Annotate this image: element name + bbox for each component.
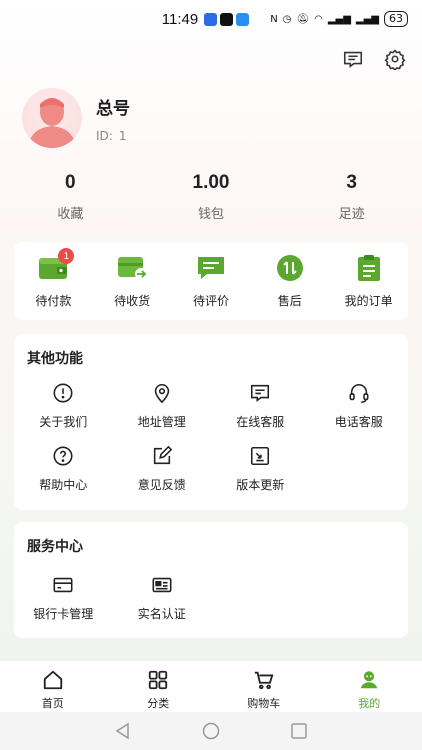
function-label: 关于我们 bbox=[39, 415, 88, 429]
order-label: 我的订单 bbox=[344, 294, 393, 308]
profile-header[interactable]: 总号 ID: 1 bbox=[22, 88, 130, 148]
order-label: 售后 bbox=[277, 294, 302, 308]
tab-label: 我的 bbox=[358, 697, 381, 710]
services-grid: 银行卡管理 实名认证 bbox=[14, 574, 408, 637]
headset-icon bbox=[349, 384, 369, 403]
receive-icon bbox=[117, 254, 148, 282]
function-online-service[interactable]: 在线客服 bbox=[211, 382, 310, 445]
back-triangle-icon[interactable] bbox=[114, 722, 132, 740]
service-label: 银行卡管理 bbox=[33, 607, 94, 621]
signal-icon-2: ▂▄▆ bbox=[355, 13, 379, 25]
function-help-center[interactable]: 帮助中心 bbox=[14, 445, 113, 508]
info-icon bbox=[53, 383, 73, 403]
update-icon bbox=[251, 446, 270, 466]
order-all-orders[interactable]: 我的订单 bbox=[330, 254, 408, 320]
function-address[interactable]: 地址管理 bbox=[113, 382, 212, 445]
location-icon bbox=[154, 383, 169, 404]
stat-favorites[interactable]: 0 收藏 bbox=[0, 172, 141, 222]
bottom-tab-bar: 首页 分类 购物车 我的 bbox=[0, 660, 422, 712]
card-icon bbox=[53, 577, 73, 593]
cart-icon bbox=[254, 671, 274, 690]
order-after-sales[interactable]: 售后 bbox=[251, 254, 329, 320]
tab-home[interactable]: 首页 bbox=[0, 661, 106, 712]
stat-value: 1.00 bbox=[192, 172, 230, 193]
service-real-name[interactable]: 实名认证 bbox=[113, 574, 212, 637]
id-card-icon bbox=[152, 577, 172, 593]
order-label: 待收货 bbox=[114, 294, 151, 308]
service-bank-card[interactable]: 银行卡管理 bbox=[14, 574, 113, 637]
order-label: 待评价 bbox=[192, 294, 229, 308]
battery-indicator: 63 bbox=[384, 11, 408, 27]
home-icon bbox=[43, 670, 62, 690]
stat-footprints[interactable]: 3 足迹 bbox=[281, 172, 422, 222]
order-badge: 1 bbox=[58, 248, 75, 264]
service-label: 实名认证 bbox=[137, 607, 186, 621]
function-label: 地址管理 bbox=[137, 415, 186, 429]
category-icon bbox=[149, 670, 168, 690]
section-title: 其他功能 bbox=[27, 351, 83, 367]
profile-id-value: 1 bbox=[118, 128, 127, 143]
tab-label: 首页 bbox=[41, 697, 64, 710]
profile-id-label: ID: bbox=[96, 128, 113, 143]
status-indicators: N ◷ 🔕︎ ◠ ▂▄▆ ▂▄▆ 63 bbox=[270, 11, 408, 27]
function-version-update[interactable]: 版本更新 bbox=[211, 445, 310, 508]
function-label: 版本更新 bbox=[236, 478, 285, 492]
function-feedback[interactable]: 意见反馈 bbox=[113, 445, 212, 508]
signal-icon: ▂▄▆ bbox=[327, 13, 351, 25]
function-label: 意见反馈 bbox=[137, 478, 186, 492]
chat-icon bbox=[251, 384, 270, 402]
status-bar: 11:49 N ◷ 🔕︎ ◠ ▂▄▆ ▂▄▆ 63 bbox=[0, 0, 422, 38]
tab-label: 分类 bbox=[147, 697, 170, 710]
stat-label: 钱包 bbox=[198, 207, 225, 222]
after-sales-icon bbox=[275, 254, 305, 282]
alarm-icon: ◷ bbox=[282, 13, 292, 25]
order-pending-payment[interactable]: 1 待付款 bbox=[14, 248, 92, 320]
recents-square-icon[interactable] bbox=[290, 722, 308, 740]
function-label: 电话客服 bbox=[334, 415, 383, 429]
tab-label: 购物车 bbox=[247, 697, 281, 710]
function-label: 帮助中心 bbox=[39, 478, 88, 492]
profile-name: 总号 bbox=[96, 98, 130, 119]
help-icon bbox=[53, 446, 73, 466]
stat-label: 足迹 bbox=[338, 207, 365, 222]
browser-app-icon bbox=[236, 12, 250, 26]
stat-label: 收藏 bbox=[57, 207, 84, 222]
orders-card: 1 待付款 待收货 待评价 售后 我的订单 bbox=[14, 242, 408, 320]
tab-cart[interactable]: 购物车 bbox=[211, 661, 317, 712]
message-icon[interactable] bbox=[342, 48, 364, 70]
stat-value: 3 bbox=[346, 172, 357, 193]
profile-id: ID: 1 bbox=[96, 129, 130, 143]
function-phone-service[interactable]: 电话客服 bbox=[310, 382, 409, 445]
system-navigation-bar bbox=[0, 712, 422, 750]
functions-grid: 关于我们 地址管理 在线客服 电话客服 帮助中心 意见反馈 版本更新 bbox=[14, 382, 408, 508]
clipboard-icon bbox=[354, 254, 384, 282]
header-actions bbox=[342, 48, 406, 70]
alipay-app-icon bbox=[204, 12, 218, 26]
wifi-icon: ◠ bbox=[314, 13, 323, 25]
order-pending-review[interactable]: 待评价 bbox=[172, 254, 250, 320]
tab-category[interactable]: 分类 bbox=[106, 661, 212, 712]
stats-row: 0 收藏 1.00 钱包 3 足迹 bbox=[0, 172, 422, 222]
edit-icon bbox=[153, 445, 173, 465]
section-title: 服务中心 bbox=[27, 539, 83, 555]
avatar[interactable] bbox=[22, 88, 82, 148]
other-functions-card: 其他功能 关于我们 地址管理 在线客服 电话客服 帮助中心 意见反馈 版本更新 bbox=[14, 334, 408, 510]
settings-gear-icon[interactable] bbox=[384, 48, 406, 70]
user-icon bbox=[361, 671, 378, 689]
tab-mine[interactable]: 我的 bbox=[317, 661, 422, 712]
stat-wallet[interactable]: 1.00 钱包 bbox=[141, 172, 282, 222]
mute-icon: 🔕︎ bbox=[296, 13, 310, 25]
service-center-card: 服务中心 银行卡管理 实名认证 bbox=[14, 522, 408, 638]
comment-icon bbox=[196, 254, 226, 282]
message-app-icon bbox=[220, 12, 234, 26]
nfc-icon: N bbox=[270, 13, 278, 25]
stat-value: 0 bbox=[65, 172, 76, 193]
order-label: 待付款 bbox=[35, 294, 72, 308]
function-about-us[interactable]: 关于我们 bbox=[14, 382, 113, 445]
function-label: 在线客服 bbox=[236, 415, 285, 429]
home-circle-icon[interactable] bbox=[202, 722, 220, 740]
order-pending-receipt[interactable]: 待收货 bbox=[93, 254, 171, 320]
status-time: 11:49 bbox=[161, 10, 199, 28]
